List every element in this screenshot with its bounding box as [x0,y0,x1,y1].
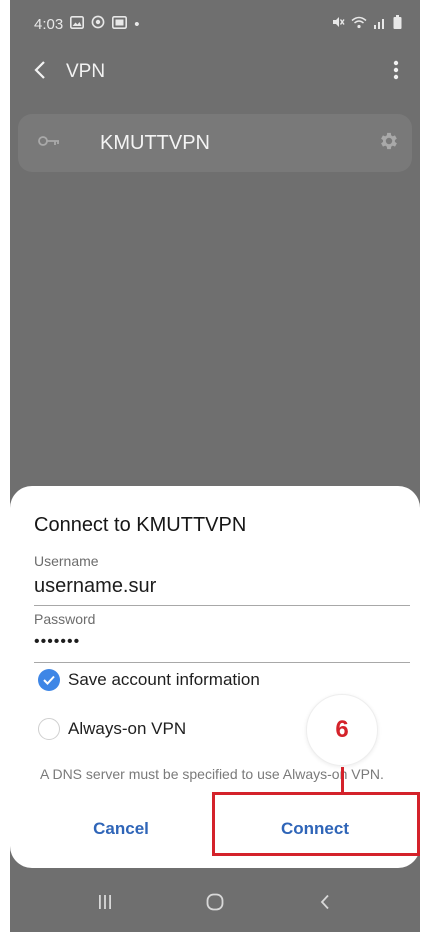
password-field[interactable]: ••••••• [34,633,80,651]
app-bar: VPN [10,48,420,96]
cancel-button[interactable]: Cancel [56,811,186,847]
vpn-profile-item[interactable]: KMUTTVPN [18,114,412,172]
status-bar-right [331,15,402,33]
step-number-badge: 6 [306,694,378,766]
wifi-icon [351,16,367,33]
status-dot: • [134,15,140,33]
recent-apps-icon [97,894,113,915]
dialog-title: Connect to KMUTTVPN [34,514,247,536]
more-options-button[interactable] [380,48,412,96]
status-time: 4:03 [34,15,64,33]
connect-dialog: Connect to KMUTTVPN Username username.su… [10,486,420,868]
signal-icon [373,16,387,33]
save-account-label: Save account information [68,670,260,689]
page-title: VPN [66,61,106,82]
recent-apps-button[interactable] [80,884,130,924]
vpn-profile-name: KMUTTVPN [100,132,210,154]
home-button[interactable] [190,884,240,924]
vpn-settings-button[interactable] [376,130,402,156]
more-vertical-icon [393,60,399,85]
dns-note: A DNS server must be specified to use Al… [40,766,384,782]
gallery-icon [70,15,85,33]
always-on-vpn-checkbox[interactable] [38,718,60,740]
always-on-vpn-label: Always-on VPN [68,719,187,738]
back-button[interactable] [14,48,66,96]
status-bar: 4:03 • [10,0,420,48]
sync-icon [91,15,105,33]
back-icon [320,894,330,915]
mute-icon [331,15,345,33]
status-bar-left: 4:03 • [34,15,139,33]
save-account-checkbox[interactable] [38,669,60,691]
connect-highlight-box [212,792,420,856]
back-arrow-icon [34,60,46,85]
password-label: Password [34,611,96,627]
image-icon [112,15,128,33]
password-underline [34,662,410,663]
username-field[interactable]: username.sur [34,575,156,598]
navigation-bar [10,876,420,932]
phone-screen: 4:03 • VPN KMUTTVPN Connect to KMUTTVPN … [10,0,420,932]
key-icon [38,134,60,153]
annotation-connector [341,767,344,795]
gear-icon [378,130,400,157]
always-on-vpn-checkbox-row[interactable]: Always-on VPN [38,718,186,740]
save-account-checkbox-row[interactable]: Save account information [38,669,260,691]
username-label: Username [34,553,99,569]
home-icon [205,892,225,917]
nav-back-button[interactable] [300,884,350,924]
username-underline [34,605,410,606]
battery-icon [393,15,402,33]
